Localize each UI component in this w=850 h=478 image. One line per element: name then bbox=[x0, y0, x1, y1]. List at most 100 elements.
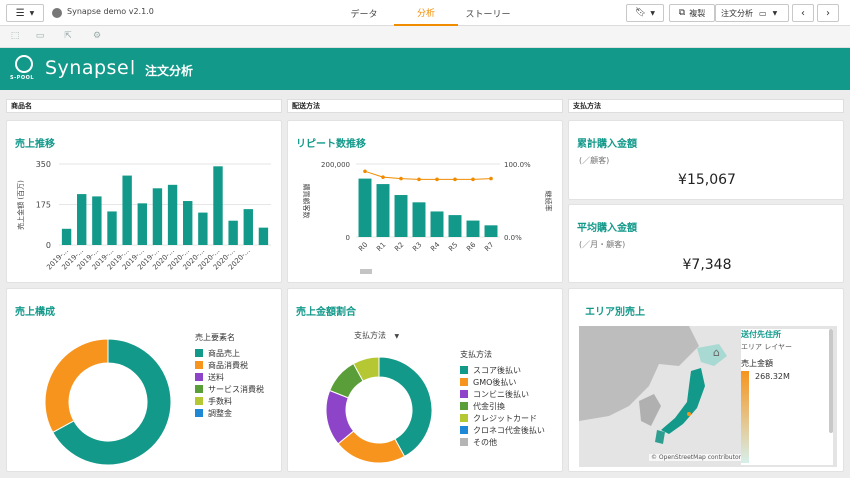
filter-product[interactable]: 商品名 bbox=[6, 99, 282, 113]
edit-toolbar: ⬚ ▭ ⇱ ⚙ bbox=[0, 26, 850, 48]
legend-swatch bbox=[460, 438, 468, 446]
legend-label: 手数料 bbox=[208, 396, 232, 406]
scroll-handle[interactable] bbox=[360, 269, 372, 274]
cumulative-card: 累計購入金額 (／顧客) ¥15,067 bbox=[568, 120, 844, 200]
map-legend: 送付先住所 エリア レイヤー 売上金額 268.32M bbox=[741, 329, 833, 465]
dashboard-banner: S-POOL Synapse | 注文分析 bbox=[0, 48, 850, 90]
bar bbox=[412, 202, 426, 237]
export-icon[interactable]: ⇱ bbox=[62, 31, 74, 42]
filter-payment[interactable]: 支払方法 bbox=[568, 99, 844, 113]
legend-swatch bbox=[460, 402, 468, 410]
chevron-down-icon: ▼ bbox=[650, 9, 656, 17]
caret-down-icon: ▼ bbox=[394, 333, 400, 340]
legend-label: コンビニ後払い bbox=[473, 389, 529, 399]
spool-logo-icon bbox=[15, 55, 33, 73]
sales-composition-donut bbox=[44, 338, 172, 466]
main-menu-button[interactable]: ☰ ▼ bbox=[6, 4, 44, 22]
x-tick-label: R4 bbox=[429, 240, 442, 253]
legend-label: その他 bbox=[473, 437, 497, 447]
card-title: 売上構成 bbox=[15, 307, 55, 318]
color-scale-bar bbox=[741, 371, 749, 463]
copy-button[interactable]: ⧉ 複製 bbox=[669, 4, 715, 22]
bar bbox=[228, 220, 238, 245]
tab-story[interactable]: ストーリー bbox=[458, 0, 518, 26]
chevron-right-icon: › bbox=[826, 7, 830, 19]
bar bbox=[358, 178, 372, 237]
sales-ratio-donut bbox=[325, 356, 433, 464]
select-icon[interactable]: ⬚ bbox=[9, 31, 21, 42]
next-button[interactable]: › bbox=[817, 4, 839, 22]
bar bbox=[122, 175, 132, 245]
analysis-select[interactable]: 注文分析 ▭ ▼ bbox=[715, 4, 789, 22]
frame-icon[interactable]: ▭ bbox=[34, 31, 46, 42]
legend-max-value: 268.32M bbox=[755, 372, 790, 381]
bar bbox=[183, 201, 193, 245]
filter-shipping[interactable]: 配送方法 bbox=[287, 99, 563, 113]
sales-trend-card: 売上推移 350 175 0 売上金額 (百万) 2019-... 2019-... 201… bbox=[6, 120, 282, 283]
y-tick-label: 200,000 bbox=[321, 161, 350, 169]
legend-label: 送料 bbox=[208, 372, 224, 382]
app-title: Synapse demo v2.1.0 bbox=[67, 7, 154, 16]
y2-axis-label: 継続率 bbox=[544, 191, 553, 212]
bar bbox=[167, 184, 178, 245]
y2-tick-label: 100.0% bbox=[504, 161, 531, 169]
legend-swatch bbox=[460, 426, 468, 434]
legend-item[interactable]: クロネコ代金後払い bbox=[460, 424, 545, 436]
settings-icon[interactable]: ⚙ bbox=[91, 31, 103, 42]
y-axis-label: 購買顧客数 bbox=[302, 184, 311, 219]
tab-analysis[interactable]: 分析 bbox=[394, 0, 458, 26]
legend-scrollbar[interactable] bbox=[829, 329, 833, 433]
bar bbox=[258, 227, 269, 245]
bar bbox=[466, 220, 480, 237]
legend-item[interactable]: 送料 bbox=[195, 371, 264, 383]
legend-swatch bbox=[195, 385, 203, 393]
kpi-value: ¥15,067 bbox=[678, 172, 736, 188]
x-tick-label: R1 bbox=[375, 241, 387, 253]
card-subtitle: (／顧客) bbox=[579, 156, 610, 165]
legend-swatch bbox=[195, 349, 203, 357]
legend-subtitle: エリア レイヤー bbox=[741, 343, 793, 351]
bar bbox=[61, 228, 72, 245]
bar bbox=[243, 209, 253, 245]
bookmark-button[interactable]: 🔖︎ ▼ bbox=[626, 4, 664, 22]
card-title: 平均購入金額 bbox=[577, 223, 637, 234]
tokyo-marker bbox=[687, 412, 691, 416]
legend-item[interactable]: 代金引換 bbox=[460, 400, 545, 412]
prev-button[interactable]: ‹ bbox=[792, 4, 814, 22]
retention-point bbox=[453, 177, 457, 182]
brand-name: Synapse bbox=[45, 57, 130, 79]
chevron-left-icon: ‹ bbox=[801, 7, 805, 19]
legend-item[interactable]: GMO後払い bbox=[460, 376, 545, 388]
bar bbox=[484, 225, 498, 237]
bookmark-icon: 🔖︎ bbox=[634, 8, 647, 18]
bar bbox=[198, 212, 208, 245]
legend-item[interactable]: サービス消費税 bbox=[195, 383, 264, 395]
monitor-icon: ▭ bbox=[759, 8, 767, 18]
x-tick-label: R7 bbox=[483, 241, 495, 253]
legend-item[interactable]: 手数料 bbox=[195, 395, 264, 407]
legend-item[interactable]: 商品消費税 bbox=[195, 359, 264, 371]
hokkaido-shape bbox=[697, 344, 727, 366]
card-title: 累計購入金額 bbox=[577, 139, 637, 150]
bar bbox=[430, 211, 444, 237]
chevron-down-icon: ▼ bbox=[29, 9, 35, 17]
legend-item[interactable]: その他 bbox=[460, 436, 545, 448]
legend-item[interactable]: 調整金 bbox=[195, 407, 264, 419]
sales-trend-chart: 3501750売上金額 (百万)2019-...2019-...2019-...… bbox=[16, 160, 271, 272]
map-attribution[interactable]: © OpenStreetMap contributors bbox=[649, 454, 747, 461]
area-sales-card: エリア別売上 ⌂ © OpenStreetMap contributors 送付… bbox=[568, 288, 844, 472]
korea-shape bbox=[639, 394, 661, 426]
payment-dropdown[interactable]: 支払方法 ▼ bbox=[354, 330, 399, 341]
legend-item[interactable]: スコア後払い bbox=[460, 364, 545, 376]
repeat-trend-card: リピート数推移 200,000 0 100.0% 0.0% 購買顧客数 継続率 R0 R1 R2… bbox=[287, 120, 563, 283]
legend-item[interactable]: コンビニ後払い bbox=[460, 388, 545, 400]
retention-point bbox=[489, 176, 493, 181]
legend-label: 商品売上 bbox=[208, 348, 240, 358]
bar bbox=[213, 166, 223, 245]
title-separator: | bbox=[130, 59, 136, 75]
legend-item[interactable]: クレジットカード bbox=[460, 412, 545, 424]
tab-data[interactable]: データ bbox=[335, 0, 393, 26]
legend-label: 調整金 bbox=[208, 408, 232, 418]
home-icon[interactable]: ⌂ bbox=[713, 346, 720, 359]
legend-item[interactable]: 商品売上 bbox=[195, 347, 264, 359]
